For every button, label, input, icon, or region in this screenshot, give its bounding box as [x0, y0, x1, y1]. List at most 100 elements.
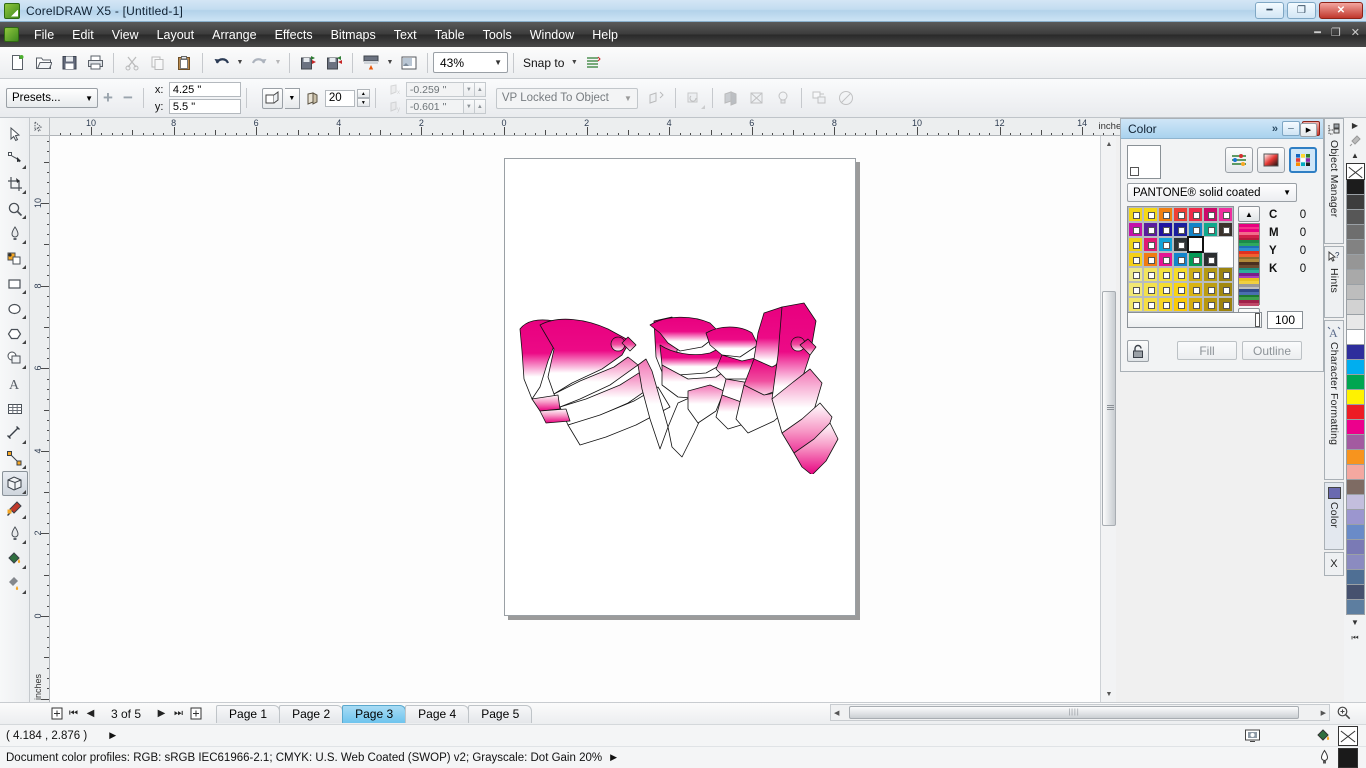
print-icon[interactable] [82, 50, 108, 76]
canvas-vertical-scrollbar[interactable]: ▲ ▼ [1100, 136, 1116, 702]
color-swatch[interactable] [1173, 237, 1188, 252]
presets-combobox[interactable]: Presets... ▼ [6, 88, 98, 108]
page-tab-3[interactable]: Page 3 [342, 704, 407, 723]
color-swatch[interactable] [1158, 267, 1173, 282]
docker-tab-color[interactable]: Color [1324, 482, 1344, 550]
freehand-tool[interactable] [2, 221, 28, 246]
palette-color-swatch[interactable] [1345, 420, 1365, 435]
outline-button[interactable]: Outline [1242, 341, 1302, 360]
pick-tool[interactable] [2, 121, 28, 146]
palette-color-swatch[interactable] [1345, 300, 1365, 315]
add-page-before-icon[interactable] [48, 705, 65, 723]
dimension-tool[interactable] [2, 421, 28, 446]
previous-page-icon[interactable]: ◀ [82, 705, 99, 723]
depth-input[interactable]: 20 [324, 89, 355, 107]
riski-graffiti-artwork[interactable] [510, 299, 855, 474]
close-button[interactable]: ✕ [1319, 2, 1363, 19]
palette-color-swatch[interactable] [1345, 270, 1365, 285]
spin-up-icon[interactable]: ▲ [356, 89, 370, 98]
save-document-icon[interactable] [56, 50, 82, 76]
menu-table[interactable]: Table [426, 25, 474, 45]
palette-color-swatch[interactable] [1345, 570, 1365, 585]
doc-minimize-icon[interactable]: ━ [1314, 26, 1321, 39]
palette-color-swatch[interactable] [1345, 600, 1365, 615]
color-swatch[interactable] [1158, 207, 1173, 222]
page-tab-2[interactable]: Page 2 [279, 704, 344, 723]
color-swatch[interactable] [1187, 236, 1204, 253]
menu-file[interactable]: File [25, 25, 63, 45]
basic-shapes-tool[interactable] [2, 346, 28, 371]
scroll-up-icon[interactable]: ▲ [1346, 148, 1364, 163]
menu-text[interactable]: Text [385, 25, 426, 45]
options-icon[interactable] [580, 50, 606, 76]
offset-y-input[interactable]: -0.601 " [405, 99, 464, 114]
tint-value-input[interactable]: 100 [1267, 311, 1303, 329]
color-swatch[interactable] [1158, 237, 1173, 252]
restore-button[interactable]: ❐ [1287, 2, 1316, 19]
color-proof-icon[interactable] [1244, 728, 1261, 744]
color-swatch[interactable] [1203, 237, 1218, 252]
vanishing-point-mode-combobox[interactable]: VP Locked To Object ▼ [495, 87, 638, 109]
color-swatch[interactable] [1143, 207, 1158, 222]
color-swatch[interactable] [1218, 207, 1233, 222]
table-tool[interactable] [2, 396, 28, 421]
palette-color-swatch[interactable] [1345, 195, 1365, 210]
menu-edit[interactable]: Edit [63, 25, 103, 45]
fill-tool[interactable] [2, 546, 28, 571]
menu-bitmaps[interactable]: Bitmaps [322, 25, 385, 45]
color-sliders-button[interactable] [1225, 147, 1253, 173]
palette-color-swatch[interactable] [1345, 540, 1365, 555]
color-swatch[interactable] [1188, 267, 1203, 282]
palette-color-strip[interactable] [1238, 223, 1260, 306]
rectangle-tool[interactable] [2, 271, 28, 296]
color-swatch[interactable] [1218, 252, 1233, 267]
palette-color-swatch[interactable] [1345, 555, 1365, 570]
x-input[interactable]: 4.25 " [168, 82, 241, 97]
palette-scroll-up-button[interactable]: ▲ [1238, 206, 1260, 222]
text-tool[interactable]: A [2, 371, 28, 396]
color-swatch[interactable] [1218, 267, 1233, 282]
last-page-icon[interactable]: ⏭ [170, 705, 187, 723]
palette-color-swatch[interactable] [1345, 345, 1365, 360]
color-swatch[interactable] [1128, 222, 1143, 237]
color-swatch[interactable] [1173, 252, 1188, 267]
menu-help[interactable]: Help [583, 25, 627, 45]
depth-spinner[interactable]: ▲ ▼ [356, 89, 370, 107]
horizontal-ruler[interactable]: inches 10 8 6 4 2 0 2 4 6 8 10 12 14 [50, 118, 1130, 136]
docker-minimize-button[interactable]: ─ [1282, 121, 1300, 136]
lock-icon[interactable] [1127, 340, 1149, 362]
vertical-scroll-thumb[interactable] [1102, 291, 1116, 526]
first-page-icon[interactable]: ⏮ [65, 705, 82, 723]
palette-home-icon[interactable]: ⏮ [1346, 630, 1364, 645]
canvas-horizontal-scrollbar[interactable]: ◀ |||| ▶ [830, 704, 1330, 721]
palette-color-swatch[interactable] [1345, 585, 1365, 600]
color-swatch[interactable] [1218, 237, 1233, 252]
color-swatch[interactable] [1143, 297, 1158, 312]
outline-pen-icon[interactable] [1317, 749, 1332, 766]
color-swatch[interactable] [1128, 267, 1143, 282]
color-swatch[interactable] [1143, 282, 1158, 297]
palette-color-swatch[interactable] [1345, 465, 1365, 480]
scroll-right-icon[interactable]: ▶ [1321, 709, 1326, 717]
crop-tool[interactable] [2, 171, 28, 196]
palette-color-swatch[interactable] [1345, 240, 1365, 255]
palette-color-swatch[interactable] [1345, 225, 1365, 240]
palette-color-swatch[interactable] [1345, 405, 1365, 420]
y-input[interactable]: 5.5 " [168, 99, 241, 114]
add-preset-button[interactable]: + [98, 88, 118, 108]
color-swatch[interactable] [1188, 252, 1203, 267]
outline-color-indicator[interactable] [1338, 747, 1358, 768]
palette-flyout-icon[interactable]: ▶ [1346, 118, 1364, 133]
color-swatch[interactable] [1203, 207, 1218, 222]
fill-icon[interactable] [1315, 727, 1332, 744]
palette-color-swatch[interactable] [1345, 180, 1365, 195]
color-swatch[interactable] [1158, 282, 1173, 297]
interactive-fill-tool[interactable] [2, 571, 28, 596]
palette-color-swatch[interactable] [1345, 525, 1365, 540]
color-swatch[interactable] [1203, 267, 1218, 282]
menu-effects[interactable]: Effects [266, 25, 322, 45]
current-color-swatch[interactable] [1127, 145, 1161, 179]
color-swatch[interactable] [1128, 282, 1143, 297]
snap-to-dropdown-icon[interactable]: ▼ [568, 59, 580, 66]
profiles-expand-icon[interactable]: ▶ [602, 752, 617, 763]
